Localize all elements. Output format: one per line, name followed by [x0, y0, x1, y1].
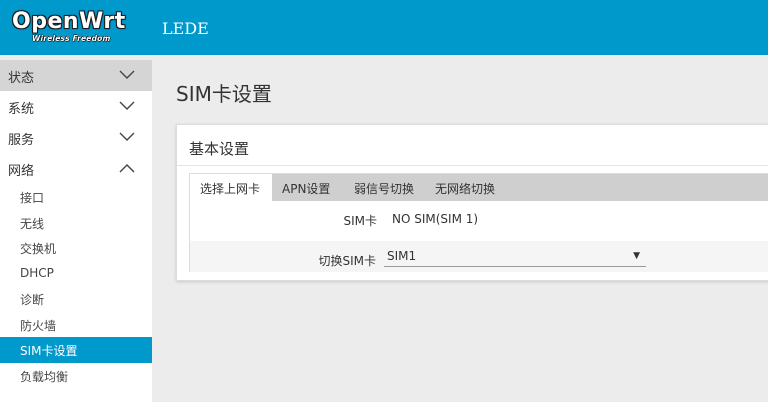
sidebar-item-status[interactable]: 状态: [0, 60, 152, 91]
sidebar-subitem-label: DHCP: [20, 265, 54, 280]
sidebar-subitem-interfaces[interactable]: 接口: [0, 184, 152, 210]
top-header: OpenWrt Wireless Freedom LEDE: [0, 0, 768, 55]
select-value: SIM1: [387, 249, 417, 263]
sim-card-label: SIM卡: [343, 214, 377, 228]
logo-tagline: Wireless Freedom: [32, 34, 111, 43]
page-title: SIM卡设置: [176, 82, 272, 106]
logo-text: OpenWrt: [12, 9, 126, 34]
tab-no-network-switch[interactable]: 无网络切换: [424, 174, 506, 201]
brand-link[interactable]: LEDE: [162, 19, 209, 38]
chevron-down-icon: [119, 101, 135, 110]
switch-sim-label: 切换SIM卡: [318, 254, 376, 268]
openwrt-logo[interactable]: OpenWrt Wireless Freedom: [12, 10, 137, 46]
sidebar-subitem-label: 负载均衡: [20, 369, 69, 384]
sidebar-subitem-label: 防火墙: [20, 318, 57, 333]
sidebar-item-label: 服务: [8, 133, 35, 148]
sidebar-subitem-load-balancing[interactable]: 负载均衡: [0, 363, 152, 389]
settings-tabs: 选择上网卡 APN设置 弱信号切换 无网络切换 SIM卡 NO SIM(SIM …: [189, 173, 768, 272]
chevron-down-icon: [119, 70, 135, 79]
sidebar-item-services[interactable]: 服务: [0, 122, 152, 153]
sidebar-subitem-label: 交换机: [20, 242, 57, 256]
sidebar-item-system[interactable]: 系统: [0, 91, 152, 122]
sim-card-row: SIM卡 NO SIM(SIM 1): [190, 201, 768, 241]
sidebar: 状态 系统 服务 网络 接口 无线 交换机 DHCP 诊断 防火墙 SIM卡设置…: [0, 60, 152, 402]
sim-card-value: NO SIM(SIM 1): [392, 212, 479, 226]
sidebar-subitem-label: SIM卡设置: [20, 344, 78, 358]
switch-sim-select[interactable]: SIM1 ▼: [384, 247, 646, 267]
sidebar-subitem-label: 诊断: [20, 293, 45, 307]
tab-weak-signal-switch[interactable]: 弱信号切换: [342, 174, 424, 201]
sidebar-subitem-diagnostics[interactable]: 诊断: [0, 286, 152, 312]
sidebar-item-label: 状态: [8, 71, 35, 86]
chevron-up-icon: [119, 164, 135, 173]
sidebar-subitem-firewall[interactable]: 防火墙: [0, 312, 152, 338]
sidebar-item-network[interactable]: 网络: [0, 153, 152, 184]
sidebar-subitem-label: 接口: [20, 191, 45, 205]
sidebar-subitem-label: 无线: [20, 216, 45, 231]
sidebar-subitem-dhcp[interactable]: DHCP: [0, 261, 152, 287]
tab-bar: 选择上网卡 APN设置 弱信号切换 无网络切换: [190, 174, 768, 201]
sidebar-subitem-sim-settings[interactable]: SIM卡设置: [0, 337, 152, 363]
sidebar-item-label: 系统: [8, 102, 35, 117]
sidebar-item-label: 网络: [8, 164, 35, 179]
tab-apn-settings[interactable]: APN设置: [272, 174, 342, 201]
dropdown-arrow-icon: ▼: [633, 251, 640, 261]
basic-settings-panel: 基本设置 选择上网卡 APN设置 弱信号切换 无网络切换 SIM卡 NO SIM…: [176, 124, 768, 281]
sidebar-subitem-wireless[interactable]: 无线: [0, 210, 152, 236]
section-title: 基本设置: [189, 140, 250, 158]
chevron-down-icon: [119, 132, 135, 141]
sidebar-subitem-switch[interactable]: 交换机: [0, 235, 152, 261]
tab-select-card[interactable]: 选择上网卡: [190, 174, 272, 201]
divider: [177, 165, 768, 166]
